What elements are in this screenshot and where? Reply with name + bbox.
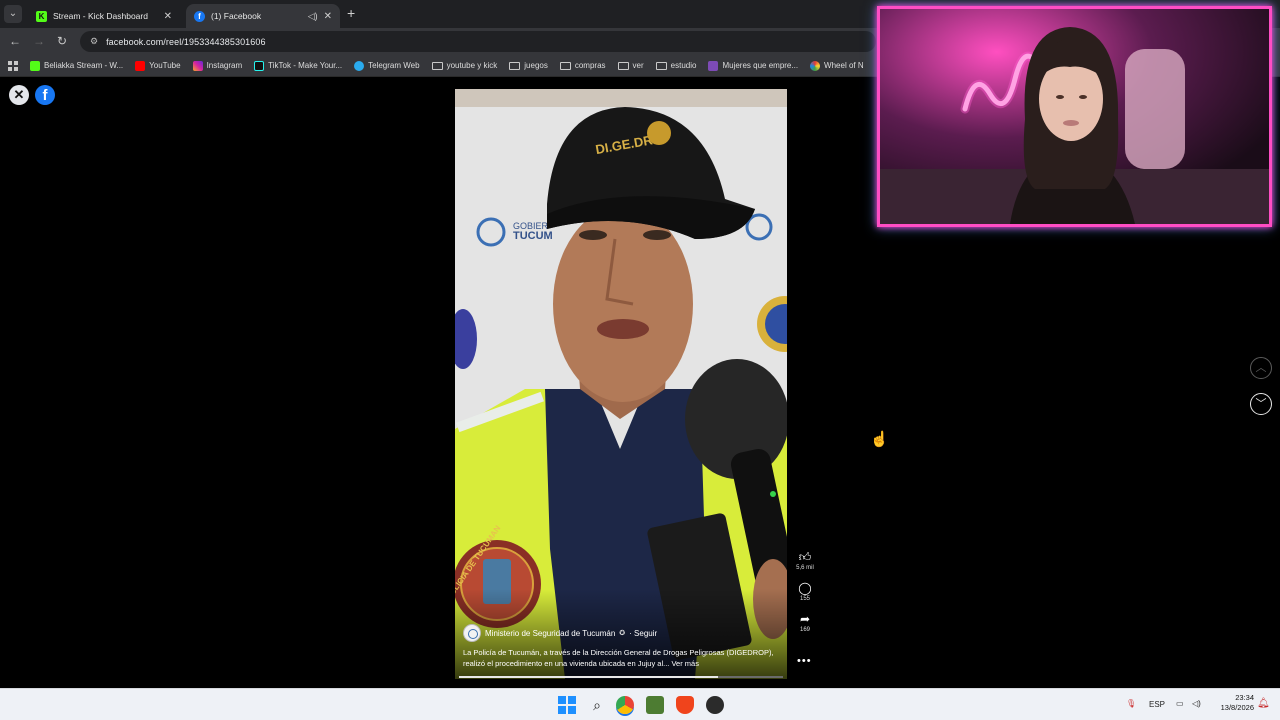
bookmark-item[interactable]: Mujeres que empre... — [708, 60, 799, 71]
folder-icon — [559, 61, 571, 70]
video-frame: GOBIER TUCUM DI.GE.DRO POLICIA DE TUCUMA… — [455, 89, 787, 679]
url-text: facebook.com/reel/1953344385301606 — [106, 36, 266, 47]
follow-button[interactable]: · Seguir — [629, 629, 657, 638]
bookmark-item[interactable]: TikTok - Make Your... — [254, 60, 343, 71]
brave-icon[interactable] — [676, 696, 694, 714]
bookmark-folder[interactable]: youtube y kick — [431, 61, 498, 70]
bookmark-folder[interactable]: juegos — [509, 61, 548, 70]
comment-count: 155 — [799, 596, 810, 602]
like-count: 5,6 mil — [796, 565, 814, 571]
chrome-icon[interactable] — [616, 696, 634, 714]
apps-grid-icon[interactable] — [8, 60, 18, 71]
language-indicator[interactable]: ESP — [1149, 700, 1165, 709]
banner-text-tucuman: TUCUM — [513, 230, 553, 242]
notification-bell-icon[interactable]: 🔔︎ — [1257, 698, 1270, 709]
speaker-icon[interactable]: ◁) — [308, 11, 318, 22]
back-arrow-icon[interactable]: ← — [9, 34, 21, 48]
bookmark-folder[interactable]: compras — [559, 61, 606, 70]
instagram-icon — [192, 60, 203, 71]
thumbs-up-icon: 👍︎ — [798, 550, 812, 564]
m-icon — [708, 60, 719, 71]
like-button[interactable]: 👍︎ 5,6 mil — [793, 550, 817, 572]
next-reel-button[interactable]: ﹀ — [1250, 393, 1272, 415]
close-icon[interactable]: ✕ — [164, 11, 172, 22]
bookmark-label: Mujeres que empre... — [722, 61, 799, 70]
bookmark-folder[interactable]: estudio — [655, 61, 697, 70]
site-info-icon[interactable]: ⚙ — [90, 36, 98, 47]
folder-icon — [431, 61, 443, 70]
folder-icon — [509, 61, 521, 70]
minecraft-icon[interactable] — [646, 696, 664, 714]
network-icon[interactable]: ▭ — [1176, 699, 1184, 708]
tab-title: Stream - Kick Dashboard — [53, 11, 148, 21]
bookmark-label: compras — [574, 61, 606, 70]
taskbar-clock[interactable]: 23:34 13/8/2026 — [1208, 693, 1254, 713]
forward-arrow-icon[interactable]: → — [33, 34, 45, 48]
tab-facebook[interactable]: f (1) Facebook ◁) ✕ — [186, 4, 340, 28]
youtube-icon — [135, 60, 146, 71]
facebook-icon: f — [194, 10, 205, 22]
tab-kick-dashboard[interactable]: K Stream - Kick Dashboard ✕ — [28, 4, 180, 28]
bookmark-label: Beliakka Stream - W... — [44, 61, 124, 70]
close-viewer-button[interactable]: ✕ — [9, 85, 29, 105]
share-arrow-icon: ➦ — [799, 612, 811, 626]
obs-icon[interactable] — [706, 696, 724, 714]
reload-icon[interactable]: ↻ — [57, 34, 67, 48]
bookmark-label: juegos — [524, 61, 548, 70]
microphone-icon[interactable]: 🎙︎ — [1126, 699, 1136, 708]
hand-cursor-icon: ☝ — [870, 431, 889, 448]
bookmark-item[interactable]: Telegram Web — [354, 60, 420, 71]
bookmark-label: Telegram Web — [368, 61, 420, 70]
volume-icon[interactable]: ◁) — [1192, 699, 1201, 708]
bookmark-label: Wheel of N — [824, 61, 864, 70]
folder-icon — [655, 61, 667, 70]
windows-taskbar: ⌕ 🎙︎ ESP ▭ ◁) 23:34 13/8/2026 🔔︎ — [0, 688, 1280, 720]
share-count: 169 — [799, 627, 810, 633]
progress-fill — [459, 676, 719, 678]
bookmark-item[interactable]: YouTube — [135, 60, 181, 71]
folder-icon — [617, 61, 629, 70]
reel-actions: 👍︎ 5,6 mil ◯ 155 ➦ 169 — [793, 550, 817, 643]
bookmark-label: youtube y kick — [446, 61, 498, 70]
reel-caption[interactable]: La Policía de Tucumán, a través de la Di… — [463, 647, 783, 669]
author-name[interactable]: Ministerio de Seguridad de Tucumán — [485, 629, 615, 638]
more-options-button[interactable]: ••• — [797, 655, 812, 667]
reel-video[interactable]: GOBIER TUCUM DI.GE.DRO POLICIA DE TUCUMA… — [455, 89, 787, 679]
clock-date: 13/8/2026 — [1220, 703, 1254, 712]
bookmark-label: ver — [632, 61, 644, 70]
tab-title: (1) Facebook — [211, 11, 262, 21]
bookmark-folder[interactable]: ver — [617, 61, 644, 70]
bookmark-label: Instagram — [206, 61, 243, 70]
webcam-feed — [880, 9, 1269, 224]
start-button[interactable] — [558, 696, 576, 714]
address-bar[interactable]: ⚙ facebook.com/reel/1953344385301606 — [80, 31, 876, 52]
search-icon[interactable]: ⌕ — [588, 696, 606, 714]
facebook-logo-icon[interactable]: f — [35, 85, 55, 105]
bookmark-item[interactable]: Wheel of N — [810, 60, 864, 71]
wheel-icon — [810, 60, 821, 71]
previous-reel-button[interactable]: ︿ — [1250, 357, 1272, 379]
new-tab-button[interactable]: + — [347, 6, 355, 20]
bookmark-item[interactable]: Beliakka Stream - W... — [30, 60, 124, 71]
comment-bubble-icon: ◯ — [798, 581, 812, 595]
webcam-overlay — [877, 6, 1272, 227]
bookmark-item[interactable]: Instagram — [192, 60, 243, 71]
clock-time: 23:34 — [1235, 693, 1254, 702]
bookmark-label: estudio — [670, 61, 697, 70]
bookmark-label: TikTok - Make Your... — [268, 61, 343, 70]
share-button[interactable]: ➦ 169 — [793, 612, 817, 634]
telegram-icon — [354, 60, 365, 71]
close-icon[interactable]: ✕ — [324, 11, 332, 22]
tiktok-icon — [254, 60, 265, 71]
author-avatar[interactable] — [463, 624, 481, 642]
kick-icon: K — [36, 10, 47, 22]
video-progress-bar[interactable] — [459, 676, 783, 678]
tab-search-button[interactable]: ⌄ — [4, 5, 22, 23]
reel-author-row: Ministerio de Seguridad de Tucumán ✪ · S… — [463, 624, 657, 642]
verified-icon: ✪ — [619, 630, 626, 637]
comment-button[interactable]: ◯ 155 — [793, 581, 817, 603]
kick-icon — [30, 60, 40, 71]
screen: ⌄ K Stream - Kick Dashboard ✕ f (1) Face… — [0, 0, 1280, 720]
bookmark-label: YouTube — [149, 61, 181, 70]
